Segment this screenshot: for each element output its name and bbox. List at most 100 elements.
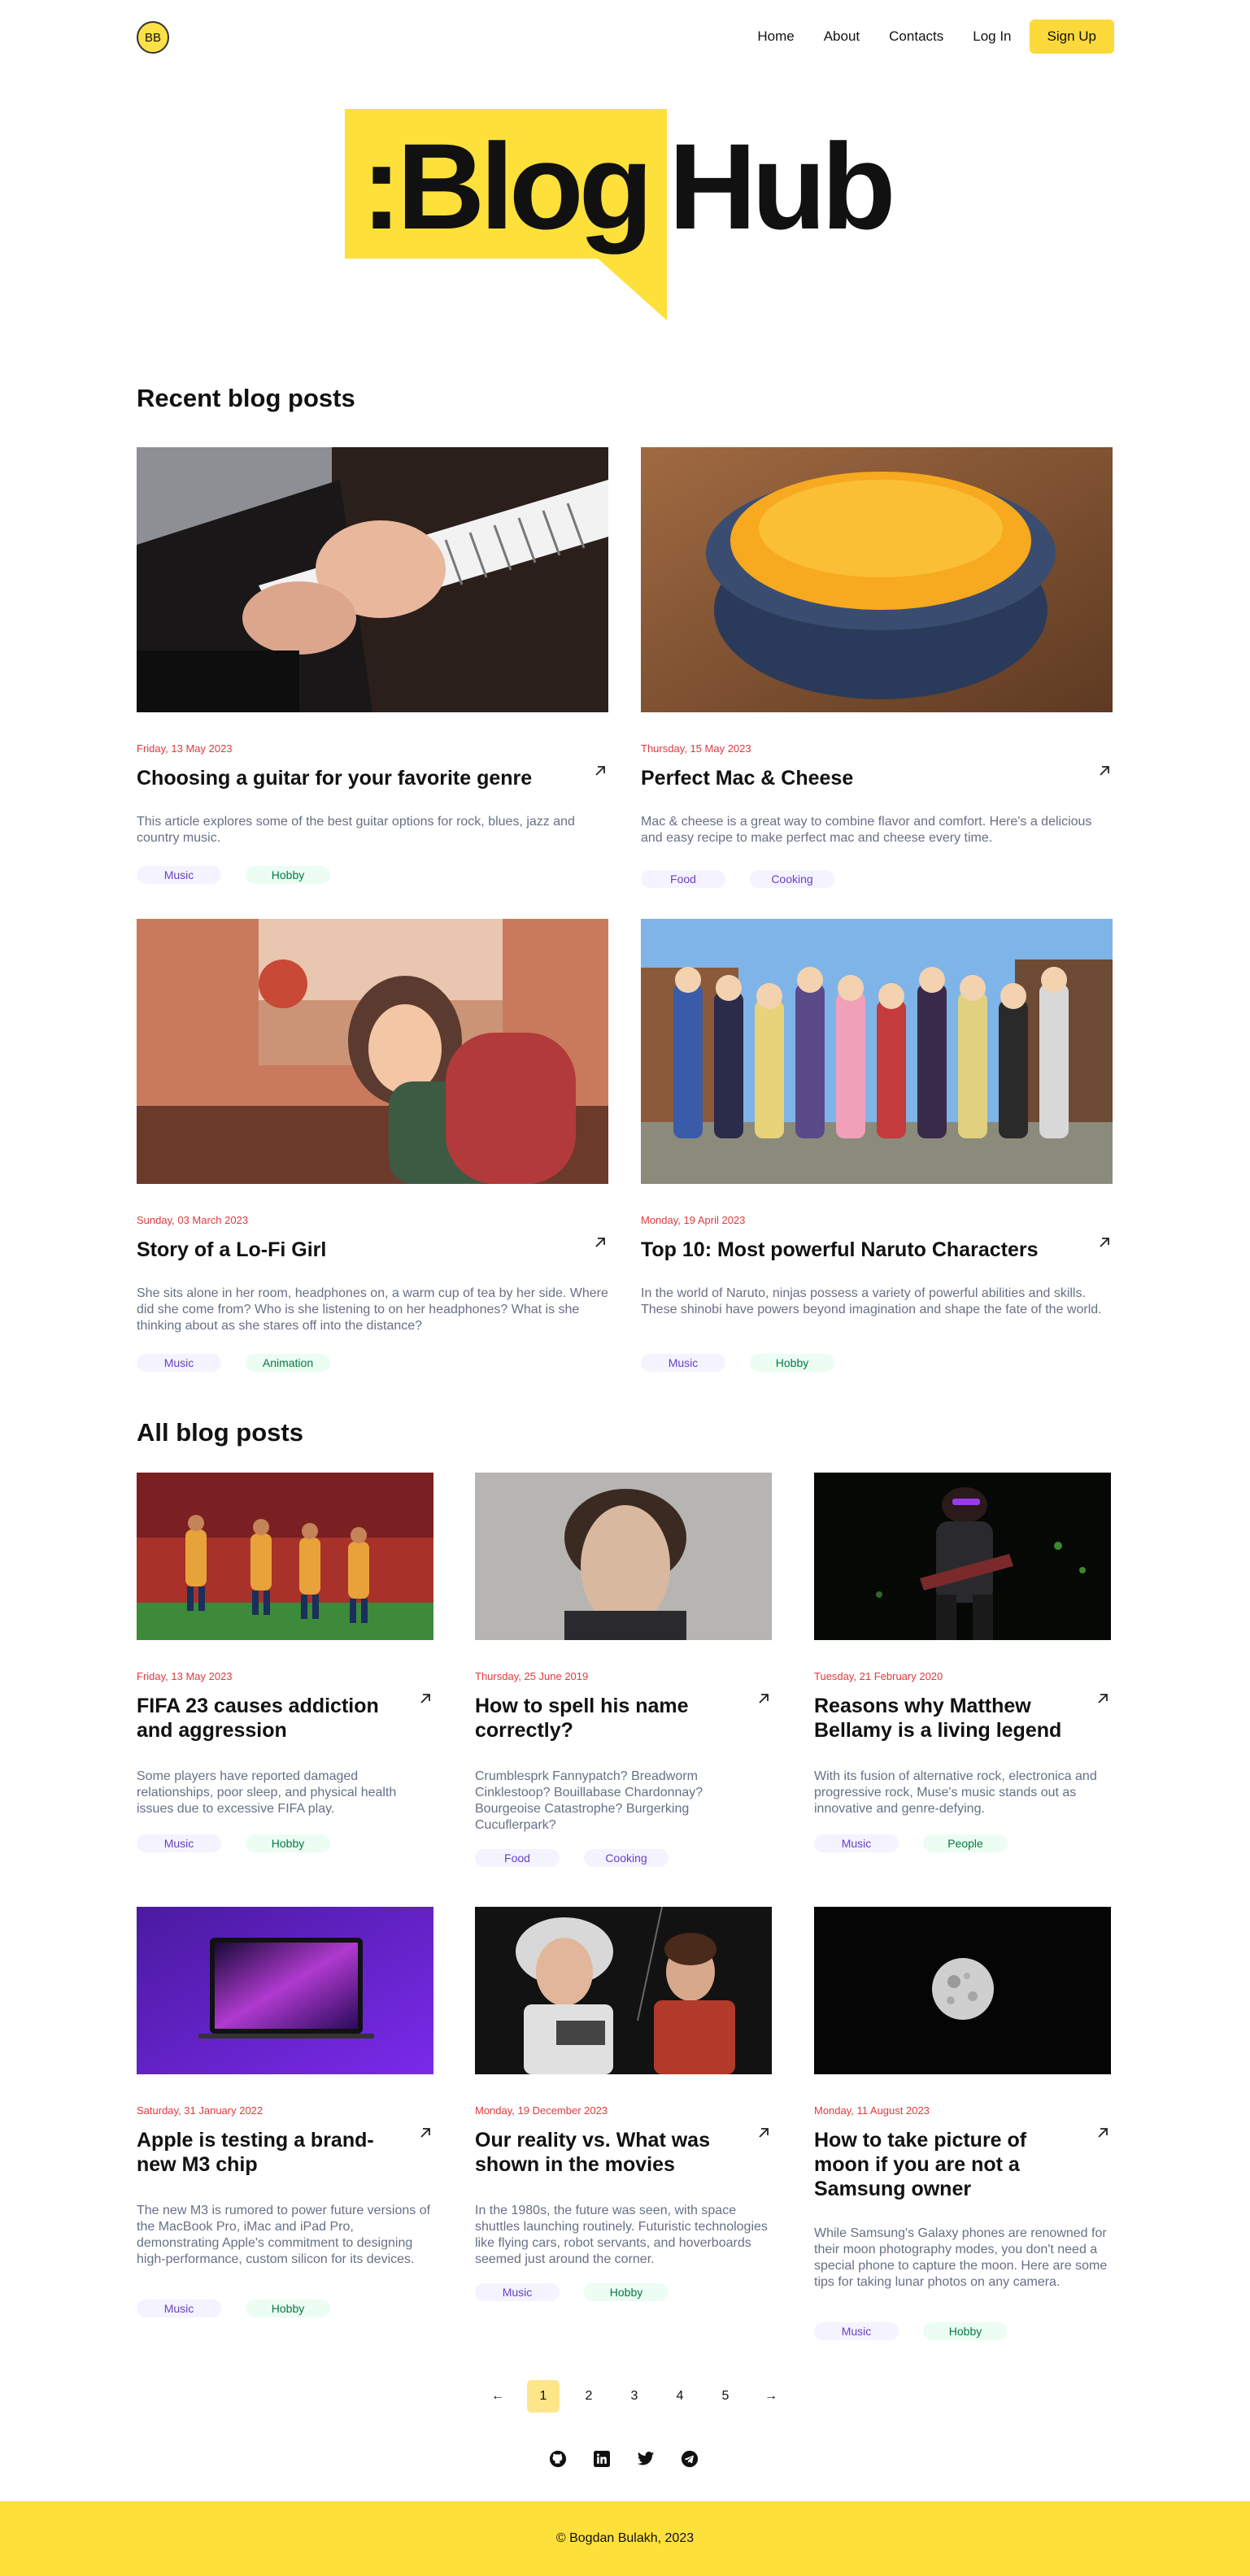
linkedin-icon[interactable] [592,2449,612,2469]
post-description: She sits alone in her room, headphones o… [137,1286,608,1333]
nav-login[interactable]: Log In [973,28,1011,45]
tag-music[interactable]: Music [814,2322,899,2340]
post-description: Some players have reported damaged relat… [137,1769,397,1816]
recent-post-card[interactable]: Sunday, 03 March 2023 Story of a Lo-Fi Gi… [137,919,608,1374]
nav-home[interactable]: Home [757,28,794,45]
arrow-up-right-icon[interactable] [1096,763,1113,784]
tag-hobby[interactable]: Hobby [246,2300,330,2317]
post-title[interactable]: Story of a Lo-Fi Girl [137,1238,576,1262]
tag-music[interactable]: Music [641,1354,725,1372]
post-tags: Music Animation [137,1354,355,1372]
lofi-image[interactable] [137,919,608,1184]
all-post-card[interactable]: Monday, 11 August 2023 How to take pictur… [814,1907,1111,2346]
page-4[interactable]: 4 [664,2380,696,2413]
tag-people[interactable]: People [923,1834,1008,1852]
all-post-card[interactable]: Monday, 19 December 2023 Our reality vs. … [475,1907,772,2313]
post-title[interactable]: Reasons why Matthew Bellamy is a living … [814,1694,1078,1743]
arrow-up-right-icon[interactable] [1095,1690,1111,1712]
all-post-card[interactable]: Thursday, 25 June 2019 How to spell his n… [475,1473,772,1871]
tag-food[interactable]: Food [641,870,725,888]
arrow-up-right-icon[interactable] [756,2125,772,2146]
post-description: This article explores some of the best g… [137,815,575,845]
page-2[interactable]: 2 [573,2380,605,2413]
tag-food[interactable]: Food [475,1849,560,1867]
tag-music[interactable]: Music [137,2300,221,2317]
naruto-image[interactable] [641,919,1113,1184]
page-1[interactable]: 1 [527,2380,560,2413]
tag-hobby[interactable]: Hobby [750,1354,834,1372]
guitar-image[interactable] [137,447,608,712]
muse-image[interactable] [814,1473,1111,1640]
tag-music[interactable]: Music [814,1834,899,1852]
tag-hobby[interactable]: Hobby [923,2322,1008,2340]
recent-post-card[interactable]: Friday, 13 May 2023 Choosing a guitar for… [137,447,608,886]
logo-text-hub: Hub [669,118,896,255]
avatar[interactable]: BB [137,21,169,54]
post-title[interactable]: Perfect Mac & Cheese [641,766,1080,790]
post-tags: Food Cooking [475,1849,693,1867]
post-date: Monday, 11 August 2023 [814,2104,930,2117]
post-title[interactable]: Our reality vs. What was shown in the mo… [475,2128,739,2177]
all-post-card[interactable]: Tuesday, 21 February 2020 Reasons why Mat… [814,1473,1111,1855]
post-title[interactable]: Apple is testing a brand-new M3 chip [137,2128,401,2177]
nav-contacts[interactable]: Contacts [889,28,943,45]
post-description: In the world of Naruto, ninjas possess a… [641,1286,1102,1316]
post-date: Monday, 19 April 2023 [641,1214,746,1226]
tag-music[interactable]: Music [137,1354,221,1372]
mac-cheese-image[interactable] [641,447,1113,712]
tag-hobby[interactable]: Hobby [584,2283,669,2301]
tag-music[interactable]: Music [137,1834,221,1852]
arrow-up-right-icon[interactable] [417,1690,433,1712]
tag-hobby[interactable]: Hobby [246,1834,330,1852]
all-post-card[interactable]: Friday, 13 May 2023 FIFA 23 causes addict… [137,1473,433,1855]
post-title[interactable]: How to spell his name correctly? [475,1694,739,1743]
moon-image[interactable] [814,1907,1111,2074]
post-title[interactable]: How to take picture of moon if you are n… [814,2128,1078,2201]
all-post-card[interactable]: Saturday, 31 January 2022 Apple is testin… [137,1907,433,2330]
post-tags: Music Hobby [137,2300,355,2317]
macbook-image[interactable] [137,1907,433,2074]
post-date: Friday, 13 May 2023 [137,1670,233,1682]
tag-animation[interactable]: Animation [246,1354,330,1372]
arrow-up-right-icon[interactable] [756,1690,772,1712]
actor-image[interactable] [475,1473,772,1640]
tag-music[interactable]: Music [137,866,221,884]
arrow-up-right-icon[interactable] [1096,1234,1113,1255]
twitter-icon[interactable] [636,2449,655,2469]
tag-music[interactable]: Music [475,2283,560,2301]
pagination-next[interactable]: → [755,2380,787,2413]
pagination-prev[interactable]: ← [481,2380,514,2413]
post-date: Friday, 13 May 2023 [137,742,233,755]
post-tags: Music Hobby [814,2322,1032,2340]
arrow-up-right-icon[interactable] [417,2125,433,2146]
bttf-image[interactable] [475,1907,772,2074]
tag-cooking[interactable]: Cooking [750,870,834,888]
page-5[interactable]: 5 [709,2380,742,2413]
recent-heading: Recent blog posts [137,384,355,412]
post-description: With its fusion of alternative rock, ele… [814,1769,1097,1816]
all-heading: All blog posts [137,1418,303,1447]
page-3[interactable]: 3 [618,2380,651,2413]
post-date: Monday, 19 December 2023 [475,2104,608,2117]
arrow-up-right-icon[interactable] [1095,2125,1111,2146]
post-description: Mac & cheese is a great way to combine f… [641,815,1092,845]
site-header: BB Home About Contacts Log In Sign Up [137,20,1114,54]
recent-post-card[interactable]: Thursday, 15 May 2023 Perfect Mac & Chees… [641,447,1113,888]
post-title[interactable]: Top 10: Most powerful Naruto Characters [641,1238,1080,1262]
arrow-up-right-icon[interactable] [592,763,608,784]
signup-button[interactable]: Sign Up [1029,20,1114,54]
footer-copyright: © Bogdan Bulakh, 2023 [555,2531,695,2545]
github-icon[interactable] [548,2449,568,2469]
arrow-up-right-icon[interactable] [592,1234,608,1255]
telegram-icon[interactable] [680,2449,699,2469]
recent-post-card[interactable]: Monday, 19 April 2023 Top 10: Most powerf… [641,919,1113,1374]
tag-hobby[interactable]: Hobby [246,866,330,884]
post-title[interactable]: FIFA 23 causes addiction and aggression [137,1694,401,1743]
post-date: Thursday, 25 June 2019 [475,1670,589,1682]
post-date: Sunday, 03 March 2023 [137,1214,249,1226]
fifa-image[interactable] [137,1473,433,1640]
nav-about[interactable]: About [824,28,860,45]
post-date: Saturday, 31 January 2022 [137,2104,264,2117]
post-title[interactable]: Choosing a guitar for your favorite genr… [137,766,576,790]
tag-cooking[interactable]: Cooking [584,1849,669,1867]
